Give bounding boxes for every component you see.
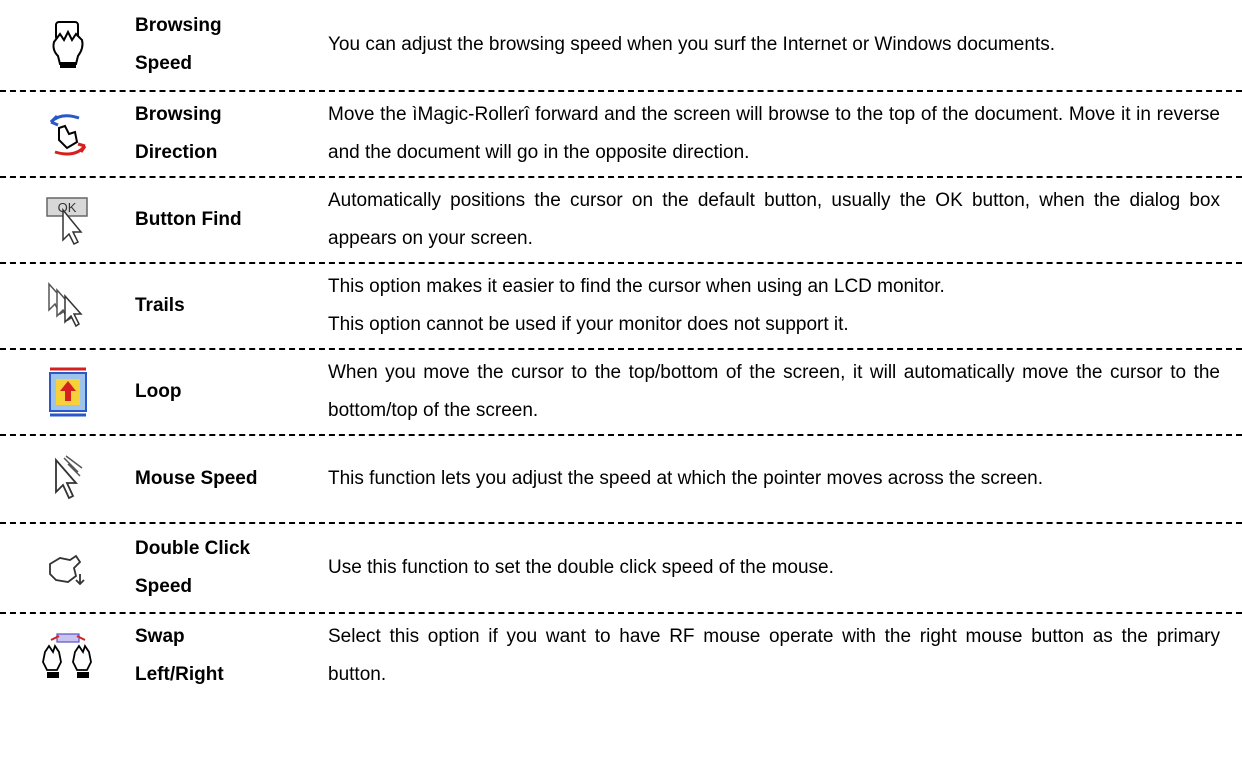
hand-double-click-icon (46, 546, 90, 590)
hand-direction-arrows-icon (45, 108, 91, 160)
mouse-functions-table: Browsing Speed You can adjust the browsi… (0, 0, 1242, 698)
table-row: Browsing Speed You can adjust the browsi… (0, 0, 1242, 92)
function-description: When you move the cursor to the top/bott… (328, 362, 1220, 421)
table-row: OK Button Find Automatically positions t… (0, 178, 1242, 264)
cursor-trails-icon (45, 280, 91, 332)
function-name: Browsing (135, 104, 222, 125)
function-name: Browsing (135, 15, 222, 36)
function-description: Automatically positions the cursor on th… (328, 190, 1220, 249)
function-name: Left/Right (135, 664, 224, 685)
function-description: You can adjust the browsing speed when y… (328, 34, 1056, 55)
table-row: Double Click Speed Use this function to … (0, 524, 1242, 614)
ok-button-cursor-icon: OK (45, 194, 91, 246)
function-name: Mouse Speed (135, 468, 258, 489)
table-row: Trails This option makes it easier to fi… (0, 264, 1242, 350)
ok-label: OK (57, 200, 76, 215)
function-description: Select this option if you want to have R… (328, 626, 1220, 685)
screen-loop-arrows-icon (46, 365, 90, 419)
function-description: Move the ìMagic-Rollerî forward and the … (328, 104, 1220, 163)
table-row: Mouse Speed This function lets you adjus… (0, 436, 1242, 524)
function-name: Direction (135, 142, 218, 163)
table-row: Swap Left/Right Select this option if yo… (0, 614, 1242, 698)
function-description: This option cannot be used if your monit… (328, 314, 849, 335)
function-name: Speed (135, 576, 193, 597)
pointer-speed-icon (48, 454, 88, 504)
function-name: Speed (135, 53, 193, 74)
function-name: Double Click (135, 538, 251, 559)
function-description: This option makes it easier to find the … (328, 276, 945, 297)
function-name: Swap (135, 626, 185, 647)
table-row: Loop When you move the cursor to the top… (0, 350, 1242, 436)
function-name: Trails (135, 295, 185, 316)
hand-scroll-icon (46, 20, 90, 70)
function-description: This function lets you adjust the speed … (328, 468, 1043, 489)
swap-hands-icon (41, 632, 95, 680)
table-row: Browsing Direction Move the ìMagic-Rolle… (0, 92, 1242, 178)
function-name: Loop (135, 381, 182, 402)
function-description: Use this function to set the double clic… (328, 557, 834, 578)
function-name: Button Find (135, 209, 242, 230)
